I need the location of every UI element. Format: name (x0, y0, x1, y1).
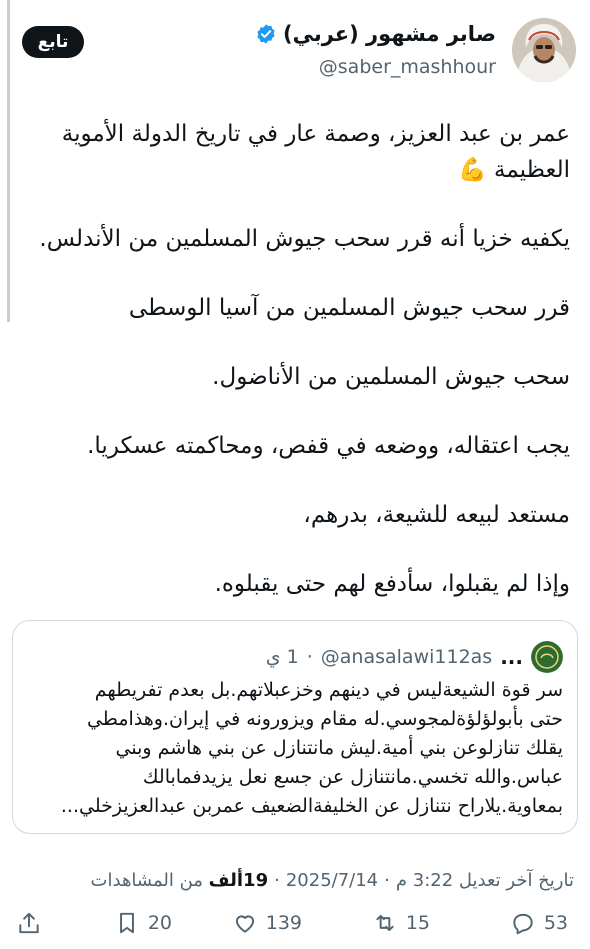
views-count: 19ألف (208, 870, 269, 891)
quoted-author-avatar[interactable] (531, 641, 563, 673)
reply-count: 53 (543, 912, 568, 934)
retweet-icon (376, 914, 394, 932)
retweet-button[interactable]: 15 (372, 910, 430, 936)
tweet-paragraph: سحب جيوش المسلمين من الأناضول. (212, 364, 570, 390)
bookmark-count: 20 (147, 912, 172, 934)
separator-dot: · (384, 870, 390, 891)
tweet-paragraph: عمر بن عبد العزيز، وصمة عار في تاريخ الد… (24, 116, 570, 188)
retweet-count: 15 (405, 912, 430, 934)
author-avatar[interactable] (512, 18, 576, 82)
follow-button[interactable]: تابع (22, 26, 84, 58)
heart-icon (235, 915, 254, 933)
quoted-line: عباس.والله تخسي.مانتنازل عن جسع نعل يزيد… (142, 766, 563, 788)
tweet-date[interactable]: 2025/7/14 (286, 870, 378, 891)
quoted-tweet-header: ... @anasalawi112as · 1 ي (266, 641, 563, 673)
quoted-author-name[interactable]: ... (500, 645, 523, 669)
reply-icon (513, 913, 533, 935)
bookmark-icon (119, 912, 134, 934)
edited-timestamp[interactable]: تاريخ آخر تعديل 3:22 م (396, 870, 574, 891)
views-count-wrap[interactable]: 19ألف من المشاهدات (91, 870, 269, 891)
bookmark-button[interactable]: 20 (114, 910, 172, 936)
like-count: 139 (265, 912, 302, 934)
tweet-line: عمر بن عبد العزيز، وصمة عار في تاريخ الد… (61, 121, 570, 147)
tweet-paragraph: مستعد لبيعه للشيعة، بدرهم، (303, 502, 570, 528)
share-icon (19, 912, 39, 934)
share-button[interactable] (16, 910, 42, 936)
tweet-paragraph: قرر سحب جيوش المسلمين من آسيا الوسطى (128, 295, 570, 321)
tweet-paragraph: يكفيه خزيا أنه قرر سحب جيوش المسلمين من … (39, 226, 570, 252)
verified-badge-icon (255, 23, 277, 45)
tweet-paragraph: وإذا لم يقبلوا، سأدفع لهم حتى يقبلوه. (214, 571, 570, 597)
quoted-tweet-text: سر قوة الشيعةليس في دينهم وخزعبلاتهم.بل … (27, 676, 563, 821)
author-display-name[interactable]: صابر مشهور (عربي) (283, 22, 496, 46)
action-bar: 53 15 139 20 (0, 910, 590, 946)
quoted-line: حتى بأبولؤلؤةلمجوسي.له مقام ويزورونه في … (86, 708, 563, 730)
quoted-line: سر قوة الشيعةليس في دينهم وخزعبلاتهم.بل … (94, 679, 563, 701)
tweet-meta: تاريخ آخر تعديل 3:22 م · 2025/7/14 · 19أ… (91, 870, 574, 891)
tweet-line: العظيمة 💪 (458, 157, 570, 183)
quoted-tweet-time: 1 ي (265, 646, 299, 668)
tweet-paragraph: يجب اعتقاله، ووضعه في قفص، ومحاكمته عسكر… (87, 433, 570, 459)
separator-dot: · (306, 646, 313, 668)
author-handle[interactable]: @saber_mashhour (319, 56, 496, 78)
quoted-line: بمعاوية.يلاراح نتنازل عن الخليفةالضعيف ع… (60, 795, 563, 817)
views-label: من المشاهدات (90, 870, 203, 891)
quoted-line: يقلك تنازلوعن بني أمية.ليش مانتنازل عن ب… (115, 737, 563, 759)
quoted-author-handle[interactable]: @anasalawi112as (321, 646, 492, 668)
like-button[interactable]: 139 (232, 910, 302, 936)
separator-dot: · (274, 870, 280, 891)
tweet-text: عمر بن عبد العزيز، وصمة عار في تاريخ الد… (24, 116, 570, 602)
quoted-tweet[interactable]: ... @anasalawi112as · 1 ي سر قوة الشيعةل… (12, 620, 578, 834)
tweet-header: صابر مشهور (عربي) @saber_mashhour تابع (0, 14, 590, 84)
reply-button[interactable]: 53 (510, 910, 568, 936)
